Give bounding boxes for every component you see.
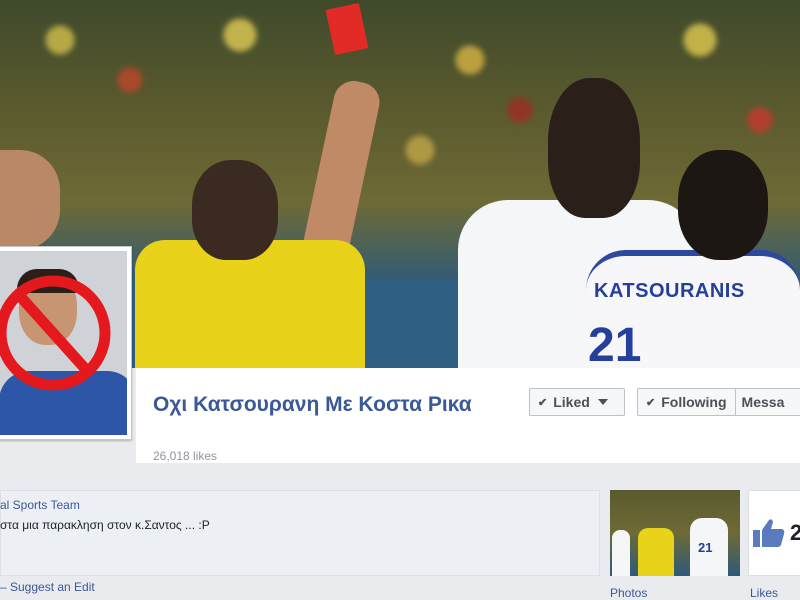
profile-photo (0, 251, 127, 435)
thumb-referee (638, 528, 674, 576)
check-icon: ✔ (538, 396, 548, 409)
player-left-partial (0, 150, 60, 250)
button-divider (734, 389, 736, 415)
jersey-name-text: KATSOURANIS (594, 280, 745, 302)
thumb-jersey-number: 21 (698, 540, 713, 555)
profile-picture[interactable] (0, 246, 132, 440)
following-button[interactable]: ✔ Following Messa (637, 388, 800, 416)
about-card (0, 490, 600, 576)
caret-down-icon (597, 399, 608, 405)
player-katsouranis-head (678, 150, 768, 260)
page-title[interactable]: Οχι Κατσουρανη Με Κοστα Ρικα (153, 391, 493, 419)
message-button-label[interactable]: Messa (742, 394, 785, 410)
category-link[interactable]: al Sports Team (0, 498, 80, 512)
liked-button[interactable]: ✔ Liked (529, 388, 625, 416)
following-button-label: Following (661, 394, 727, 410)
photos-tab-link[interactable]: Photos (610, 586, 647, 600)
photos-thumbnail[interactable]: 21 (610, 490, 740, 576)
suggest-edit-link[interactable]: – Suggest an Edit (0, 580, 95, 594)
thumbs-up-icon (753, 519, 785, 547)
referee-head (192, 160, 278, 260)
likes-tab-link[interactable]: Likes (750, 586, 778, 600)
liked-button-label: Liked (553, 394, 590, 410)
jersey-number-text: 21 (588, 319, 642, 368)
about-description: στα μια παρακληση στον κ.Σαντος ... :P (0, 518, 210, 532)
prohibited-icon (0, 275, 111, 391)
player-samaras-head (548, 78, 640, 218)
likes-box-count: 2 (790, 520, 800, 545)
check-icon: ✔ (646, 396, 656, 409)
thumb-player-left (612, 530, 630, 576)
likes-count[interactable]: 26,018 likes (153, 449, 217, 463)
